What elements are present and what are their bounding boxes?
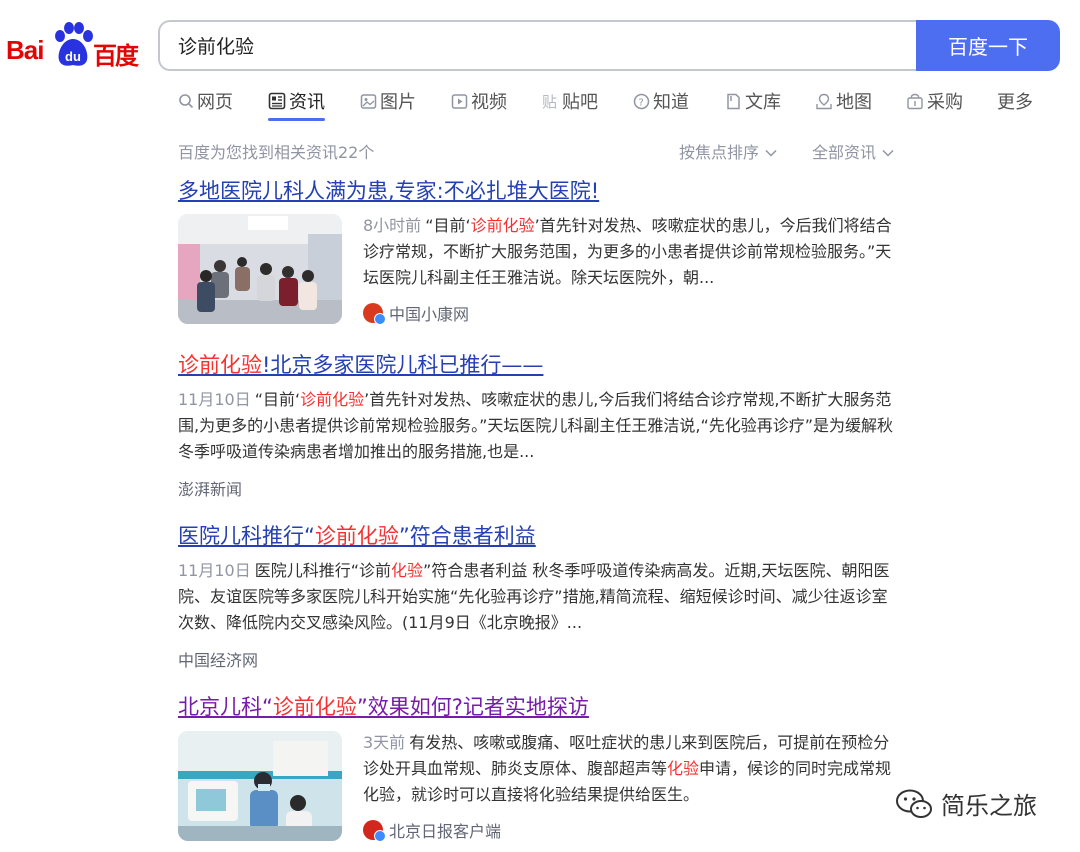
tab-tieba[interactable]: 贴 贴吧: [541, 88, 598, 114]
source-logo-icon: [363, 820, 386, 842]
result-snippet: 3天前 有发热、咳嗽或腹痛、呕吐症状的患儿来到医院后，可提前在预检分诊处开具血常规…: [363, 730, 898, 808]
filter-dropdown[interactable]: 全部资讯: [812, 139, 895, 163]
snippet-highlight: 化验: [667, 759, 700, 778]
result-time: 11月10日: [178, 390, 251, 409]
question-icon: ?: [633, 93, 650, 109]
paw-icon: du: [55, 22, 93, 66]
result-time: 8小时前: [363, 216, 422, 235]
source-logo-icon: [363, 303, 386, 325]
result-title-link[interactable]: 多地医院儿科人满为患,专家:不必扎堆大医院!: [178, 175, 599, 205]
result-source[interactable]: 北京日报客户端: [363, 818, 501, 842]
sort-dropdown[interactable]: 按焦点排序: [679, 139, 778, 163]
tab-zhidao[interactable]: ? 知道: [633, 88, 689, 114]
tab-label: 地图: [836, 92, 872, 113]
title-text: ”效果如何?记者实地探访: [356, 695, 589, 719]
tab-label: 知道: [653, 92, 689, 113]
source-name: 中国经济网: [178, 651, 259, 670]
logo-text-du: 百度: [93, 42, 139, 70]
svg-text:?: ?: [639, 97, 644, 108]
result-time: 11月10日: [178, 561, 251, 580]
baidu-logo[interactable]: Bai du 百度: [6, 22, 146, 70]
tab-label: 图片: [380, 92, 416, 113]
result-time: 3天前: [363, 733, 406, 752]
snippet-text: “目前‘: [425, 216, 471, 235]
svg-text:贴: 贴: [542, 93, 557, 110]
clinic-photo: [178, 731, 342, 841]
image-icon: [360, 93, 377, 109]
filter-label: 全部资讯: [812, 143, 877, 162]
verified-icon: [374, 313, 386, 325]
source-name: 北京日报客户端: [389, 822, 502, 841]
chevron-down-icon: [765, 149, 777, 157]
result-count: 百度为您找到相关资讯22个: [178, 143, 375, 162]
wechat-watermark: 简乐之旅: [895, 786, 1037, 821]
snippet-highlight: 诊前化验: [300, 390, 365, 409]
snippet-text: 医院儿科推行“诊前: [254, 561, 392, 580]
result-title-link[interactable]: 北京儿科“诊前化验”效果如何?记者实地探访: [178, 691, 589, 721]
search-icon: [179, 94, 194, 109]
tab-label: 资讯: [289, 92, 325, 113]
document-icon: [727, 93, 740, 109]
snippet-highlight: 诊前化验: [470, 216, 535, 235]
active-tab-indicator: [268, 118, 325, 121]
result-source[interactable]: 中国经济网: [178, 647, 258, 671]
tab-images[interactable]: 图片: [360, 88, 416, 114]
tab-map[interactable]: 地图: [815, 88, 872, 114]
tab-label: 网页: [197, 92, 233, 113]
logo-text-bai: Bai: [6, 35, 44, 65]
title-text: 北京儿科“: [178, 695, 273, 719]
tab-wenku[interactable]: 文库: [725, 88, 781, 114]
source-name: 中国小康网: [389, 305, 470, 324]
result-snippet: 11月10日 医院儿科推行“诊前化验”符合患者利益 秋冬季呼吸道传染病高发。近期,…: [178, 558, 898, 636]
tab-web[interactable]: 网页: [178, 88, 233, 114]
result-source[interactable]: 中国小康网: [363, 301, 469, 325]
watermark-text: 简乐之旅: [941, 792, 1037, 820]
verified-icon: [374, 830, 386, 842]
tab-more[interactable]: 更多: [997, 88, 1033, 114]
sort-label: 按焦点排序: [679, 143, 760, 162]
result-title-link[interactable]: 医院儿科推行“诊前化验”符合患者利益: [178, 520, 536, 550]
snippet-highlight: 化验: [391, 561, 424, 580]
title-highlight: 诊前化验: [314, 524, 399, 548]
title-highlight: 诊前化验: [272, 695, 357, 719]
hospital-waiting-photo: [178, 214, 342, 324]
shop-icon: [907, 93, 923, 109]
chevron-down-icon: [882, 149, 894, 157]
result-source[interactable]: 澎湃新闻: [178, 476, 242, 500]
result-title-link[interactable]: 诊前化验!北京多家医院儿科已推行——: [178, 349, 543, 379]
tab-news[interactable]: 资讯: [268, 88, 325, 114]
tab-label: 更多: [997, 92, 1033, 113]
result-snippet: 11月10日 “目前‘诊前化验’首先针对发热、咳嗽症状的患儿,今后我们将结合诊疗常…: [178, 387, 898, 465]
tieba-icon: 贴: [542, 93, 557, 110]
tab-shopping[interactable]: 采购: [906, 88, 963, 114]
title-text: 医院儿科推行“: [178, 524, 315, 548]
snippet-text: “目前‘: [254, 390, 301, 409]
title-highlight: 诊前化验: [178, 353, 262, 377]
tab-label: 采购: [927, 92, 963, 113]
tab-label: 贴吧: [562, 92, 598, 113]
news-icon: [268, 92, 286, 110]
logo-paw-text: du: [65, 49, 81, 64]
result-thumbnail[interactable]: [178, 214, 342, 324]
video-icon: [451, 93, 468, 109]
search-bar: 百度一下: [158, 20, 1060, 71]
tab-label: 视频: [471, 92, 507, 113]
tab-video[interactable]: 视频: [451, 88, 507, 114]
search-input[interactable]: [158, 20, 938, 71]
title-text: !北京多家医院儿科已推行——: [262, 353, 544, 377]
title-text: ”符合患者利益: [398, 524, 536, 548]
map-icon: [816, 93, 832, 109]
search-button[interactable]: 百度一下: [916, 20, 1060, 71]
source-name: 澎湃新闻: [178, 480, 243, 499]
tab-label: 文库: [745, 92, 781, 113]
result-thumbnail[interactable]: [178, 731, 342, 841]
result-snippet: 8小时前 “目前‘诊前化验’首先针对发热、咳嗽症状的患儿，今后我们将结合诊疗常规，…: [363, 213, 898, 291]
wechat-icon: [896, 789, 932, 818]
